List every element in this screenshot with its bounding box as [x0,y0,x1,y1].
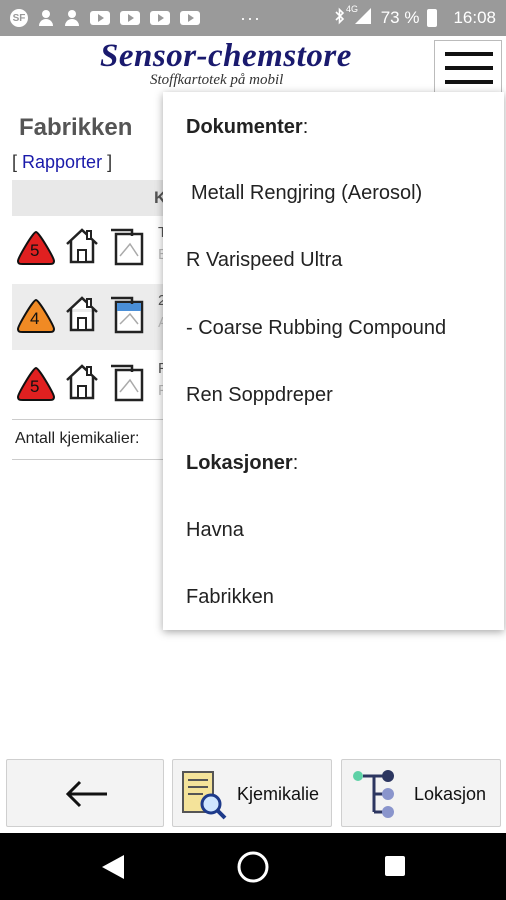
hazard-level: 5 [30,377,40,396]
house-icon[interactable] [64,362,100,400]
app-logo-title[interactable]: Sensor-chemstore [100,38,352,75]
bracket-close: ] [102,152,113,172]
table-header: K [12,180,172,216]
lokasjon-button[interactable]: Lokasjon [341,759,501,827]
table-row[interactable]: 4 2 A [12,284,172,350]
locations-section-header: Lokasjoner: [186,452,299,474]
clock: 16:08 [453,8,496,27]
youtube-icon-4 [180,11,200,25]
battery-percent: 73 % [380,8,420,27]
network-type: 4G [345,4,358,14]
page-title: Fabrikken [19,114,133,141]
datasheet-icon[interactable] [108,294,146,334]
dropdown-menu: Dokumenter: Metall Rengjring (Aerosol) R… [163,92,504,630]
house-icon[interactable] [64,294,100,332]
hazard-level: 4 [30,309,40,328]
battery-icon [427,9,438,27]
bottom-toolbar: Kjemikalie Lokasjon [0,757,506,829]
sf-app-icon: SF [10,9,28,27]
divider [12,419,172,420]
kjemikalie-label: Kjemikalie [237,784,320,804]
hamburger-icon-bar [445,66,493,70]
status-bar: SF ··· 4G 73 % 16:08 [0,0,506,36]
datasheet-icon[interactable] [108,362,146,402]
menu-item-location[interactable]: Fabrikken [186,586,274,609]
arrow-left-icon [65,780,107,808]
chemical-count-label: Antall kjemikalier: [15,430,140,447]
location-tree-icon [353,770,394,818]
menu-item-document[interactable]: Metall Rengjring (Aerosol) [191,182,422,205]
nav-home-icon[interactable] [236,850,270,884]
nav-back-icon[interactable] [100,853,126,881]
hamburger-icon-bar [445,80,493,84]
bluetooth-icon [335,7,345,30]
menu-item-document[interactable]: - Coarse Rubbing Compound [186,317,446,340]
documents-section-header: Dokumenter: [186,116,309,138]
kjemikalie-button[interactable]: Kjemikalie [172,759,332,827]
nav-recents-icon[interactable] [384,855,406,877]
bracket-open: [ [12,152,23,172]
lokasjon-label: Lokasjon [414,784,487,804]
divider [12,459,172,460]
system-status: 4G 73 % 16:08 [335,4,496,30]
menu-item-document[interactable]: Ren Soppdreper [186,384,333,407]
table-row[interactable]: 5 F F [12,352,172,418]
android-nav-bar [0,833,506,900]
rapporter-link-wrapper: [ Rapporter ] [12,152,112,173]
document-search-icon [182,771,227,820]
app-logo-subtitle: Stoffkartotek på mobil [150,72,284,88]
hamburger-icon [445,52,493,56]
app-header: Sensor-chemstore Stoffkartotek på mobil [0,36,506,96]
datasheet-icon[interactable] [108,226,146,266]
more-notifications-icon: ··· [240,7,261,28]
back-button[interactable] [6,759,164,827]
hamburger-menu-button[interactable] [434,40,502,96]
hazard-level: 5 [30,241,40,260]
notification-icons: SF [10,9,200,27]
youtube-icon-3 [150,11,170,25]
house-icon[interactable] [64,226,100,264]
menu-item-document[interactable]: R Varispeed Ultra [186,249,342,272]
youtube-icon-2 [120,11,140,25]
rapporter-link[interactable]: Rapporter [22,152,102,172]
table-row[interactable]: 5 T E [12,216,172,282]
person-add-icon-2 [64,10,80,26]
menu-item-location[interactable]: Havna [186,519,244,542]
person-add-icon [38,10,54,26]
youtube-icon [90,11,110,25]
